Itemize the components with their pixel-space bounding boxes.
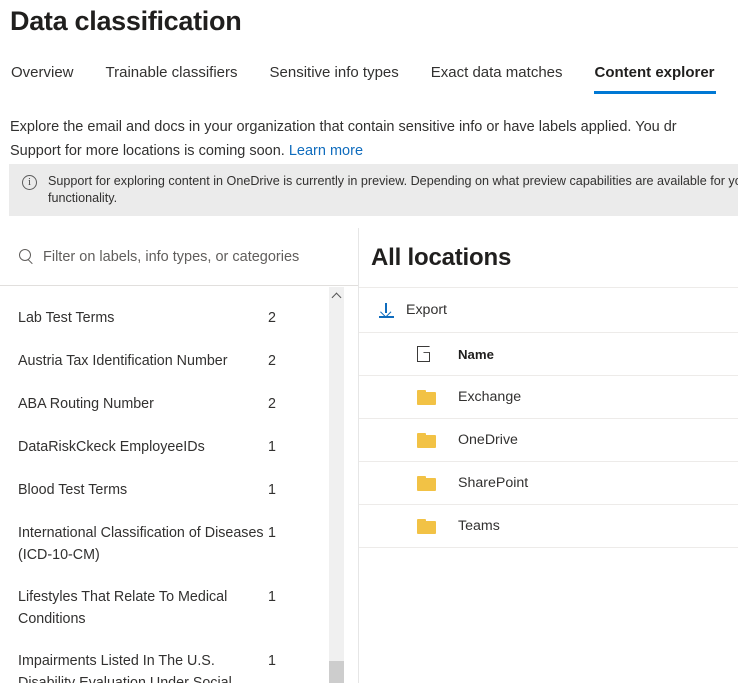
folder-icon bbox=[417, 389, 436, 405]
locations-title: All locations bbox=[371, 244, 512, 271]
page-description: Explore the email and docs in your organ… bbox=[10, 115, 738, 163]
list-item[interactable]: ABA Routing Number 2 bbox=[0, 383, 336, 426]
list-item-label: DataRiskCkeck EmployeeIDs bbox=[18, 439, 205, 455]
learn-more-link[interactable]: Learn more bbox=[289, 143, 363, 159]
search-icon bbox=[18, 248, 35, 265]
list-item[interactable]: Lab Test Terms 2 bbox=[0, 297, 336, 340]
tab-content-explorer[interactable]: Content explorer bbox=[593, 64, 716, 94]
left-panel: Lab Test Terms 2 Austria Tax Identificat… bbox=[0, 228, 358, 683]
export-button[interactable]: Export bbox=[377, 297, 455, 323]
folder-icon bbox=[417, 432, 436, 448]
filter-row bbox=[0, 228, 358, 286]
table-row[interactable]: Teams bbox=[359, 505, 738, 548]
tab-label: Overview bbox=[11, 64, 74, 81]
list-item-label: Blood Test Terms bbox=[18, 482, 128, 498]
folder-icon bbox=[417, 518, 436, 534]
table-cell-name: OneDrive bbox=[458, 432, 518, 448]
list-item-count: 1 bbox=[268, 482, 276, 498]
filter-input[interactable] bbox=[43, 248, 333, 265]
page-title: Data classification bbox=[10, 6, 242, 36]
info-icon bbox=[22, 175, 37, 190]
labels-list-inner: Lab Test Terms 2 Austria Tax Identificat… bbox=[0, 287, 336, 683]
tab-trainable-classifiers[interactable]: Trainable classifiers bbox=[105, 64, 239, 94]
list-item[interactable]: Blood Test Terms 1 bbox=[0, 469, 336, 512]
info-bar-text: Support for exploring content in OneDriv… bbox=[48, 174, 738, 205]
list-item[interactable]: DataRiskCkeck EmployeeIDs 1 bbox=[0, 426, 336, 469]
list-item-label: Lab Test Terms bbox=[18, 310, 115, 326]
list-item-count: 2 bbox=[268, 396, 276, 412]
scroll-up-arrow-icon[interactable] bbox=[329, 287, 344, 303]
folder-icon bbox=[417, 475, 436, 491]
preview-info-bar: Support for exploring content in OneDriv… bbox=[9, 164, 738, 216]
tab-overview[interactable]: Overview bbox=[10, 64, 75, 94]
list-item-count: 2 bbox=[268, 353, 276, 369]
list-item[interactable]: International Classification of Diseases… bbox=[0, 512, 336, 576]
list-item-count: 1 bbox=[268, 525, 276, 541]
locations-table: Name Exchange OneDrive SharePoint Teams bbox=[359, 332, 738, 548]
table-cell-name: Exchange bbox=[458, 389, 522, 405]
table-row[interactable]: OneDrive bbox=[359, 419, 738, 462]
document-icon bbox=[417, 346, 434, 362]
download-arrow-icon bbox=[380, 306, 392, 317]
description-line-2: Support for more locations is coming soo… bbox=[10, 139, 738, 163]
list-item-label: Impairments Listed In The U.S. Disabilit… bbox=[18, 653, 232, 683]
list-item-label: Austria Tax Identification Number bbox=[18, 353, 228, 369]
tab-label: Sensitive info types bbox=[269, 64, 399, 81]
labels-list: Lab Test Terms 2 Austria Tax Identificat… bbox=[0, 287, 358, 683]
tab-bar: Overview Trainable classifiers Sensitive… bbox=[10, 64, 716, 94]
list-item[interactable]: Lifestyles That Relate To Medical Condit… bbox=[0, 576, 336, 640]
tab-exact-data-matches[interactable]: Exact data matches bbox=[430, 64, 564, 94]
table-cell-name: Teams bbox=[458, 518, 500, 534]
table-header-row: Name bbox=[359, 333, 738, 376]
table-cell-name: SharePoint bbox=[458, 475, 529, 491]
list-item-count: 2 bbox=[268, 310, 276, 326]
list-item[interactable]: Impairments Listed In The U.S. Disabilit… bbox=[0, 640, 336, 683]
download-icon bbox=[379, 302, 394, 318]
description-line-1: Explore the email and docs in your organ… bbox=[10, 119, 677, 135]
list-item-count: 1 bbox=[268, 439, 276, 455]
right-panel: All locations Export Name Exchange OneDr… bbox=[359, 228, 738, 683]
list-item-count: 1 bbox=[268, 653, 276, 669]
tab-label: Exact data matches bbox=[430, 64, 563, 81]
export-button-label: Export bbox=[406, 302, 448, 318]
tab-sensitive-info-types[interactable]: Sensitive info types bbox=[269, 64, 400, 94]
command-bar: Export bbox=[359, 287, 738, 332]
tab-label: Trainable classifiers bbox=[105, 64, 238, 81]
list-item-label: Lifestyles That Relate To Medical Condit… bbox=[18, 589, 228, 627]
list-item[interactable]: Austria Tax Identification Number 2 bbox=[0, 340, 336, 383]
content-area: Lab Test Terms 2 Austria Tax Identificat… bbox=[0, 228, 738, 683]
column-header-name: Name bbox=[458, 346, 494, 362]
content-explorer-page: Data classification Overview Trainable c… bbox=[0, 0, 738, 683]
labels-list-scrollbar[interactable] bbox=[329, 287, 344, 683]
list-item-count: 1 bbox=[268, 589, 276, 605]
scrollbar-thumb[interactable] bbox=[329, 661, 344, 683]
table-row[interactable]: Exchange bbox=[359, 376, 738, 419]
tab-label: Content explorer bbox=[594, 64, 715, 81]
list-item-label: ABA Routing Number bbox=[18, 396, 154, 412]
table-row[interactable]: SharePoint bbox=[359, 462, 738, 505]
description-line-2-text: Support for more locations is coming soo… bbox=[10, 143, 285, 159]
list-item-label: International Classification of Diseases… bbox=[18, 525, 264, 563]
